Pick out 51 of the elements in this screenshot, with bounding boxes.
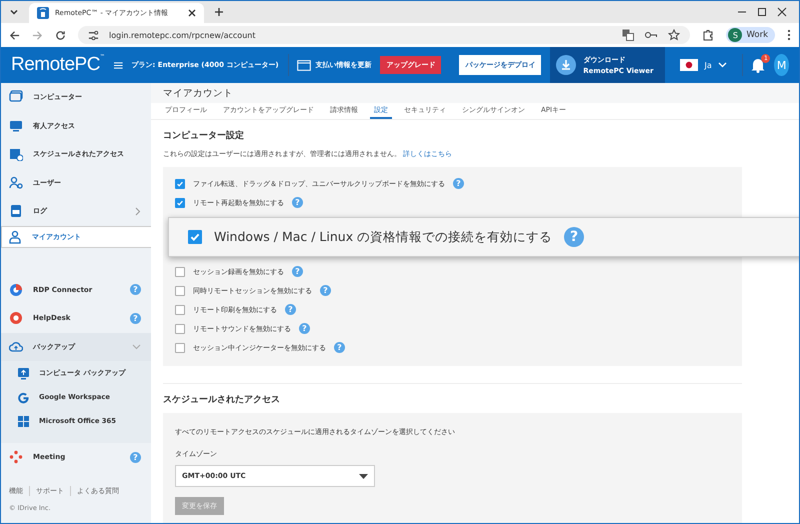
checkbox[interactable] — [175, 198, 185, 208]
star-icon[interactable] — [668, 29, 680, 41]
sidebar-icon — [9, 118, 23, 133]
close-icon[interactable] — [777, 7, 787, 17]
section-title: コンピューター設定 — [163, 129, 245, 142]
chevron-right-icon — [135, 206, 141, 216]
sidebar-icon — [9, 282, 23, 297]
sidebar-icon — [9, 204, 23, 218]
checkbox[interactable] — [175, 324, 185, 334]
chevron-down-icon — [718, 62, 727, 68]
checkbox[interactable] — [188, 230, 202, 244]
bell-icon[interactable] — [751, 57, 766, 73]
checkbox[interactable] — [175, 342, 185, 352]
menu-icon[interactable] — [114, 60, 123, 70]
language-selector[interactable]: Ja — [674, 58, 733, 72]
upload-monitor-icon — [17, 366, 30, 380]
option-label: Windows / Mac / Linux の資格情報での接続を有効にする — [214, 228, 552, 246]
flag-icon — [680, 59, 698, 71]
checkbox[interactable] — [175, 304, 185, 314]
extensions-icon[interactable] — [702, 29, 714, 41]
sidebar-icon — [9, 90, 23, 104]
sidebar-icon — [9, 340, 23, 354]
checkbox[interactable] — [175, 266, 185, 276]
dropdown-arrow-icon — [359, 474, 368, 478]
logo[interactable]: RemotePC$^{™}$ — [11, 54, 105, 76]
sidebar-icon — [9, 176, 23, 190]
key-icon[interactable] — [644, 30, 658, 40]
site-settings-icon[interactable] — [88, 30, 99, 40]
checkbox[interactable] — [175, 286, 185, 296]
google-icon — [17, 390, 30, 404]
windows-icon — [17, 414, 30, 428]
sidebar-icon — [9, 311, 23, 326]
section-title: スケジュールされたアクセス — [163, 394, 281, 406]
sidebar-icon — [8, 230, 22, 244]
tab-list-icon[interactable] — [9, 7, 19, 17]
profile-button[interactable]: S Work — [726, 27, 775, 43]
translate-icon[interactable] — [622, 29, 634, 41]
maximize-icon[interactable] — [757, 7, 767, 17]
close-icon[interactable] — [188, 9, 196, 17]
checkbox[interactable] — [175, 178, 185, 188]
more-icon[interactable] — [787, 29, 791, 41]
page-title: マイアカウント — [163, 86, 233, 100]
card-icon — [297, 60, 312, 70]
back-icon[interactable] — [9, 30, 20, 40]
sidebar-icon — [9, 147, 23, 162]
address-bar[interactable]: login.remotepc.com/rpcnew/account — [78, 26, 690, 44]
download-icon — [556, 55, 576, 75]
new-tab-icon[interactable] — [214, 7, 224, 17]
sidebar-icon — [9, 450, 23, 464]
site-icon — [37, 7, 49, 19]
reload-icon[interactable] — [55, 30, 66, 40]
